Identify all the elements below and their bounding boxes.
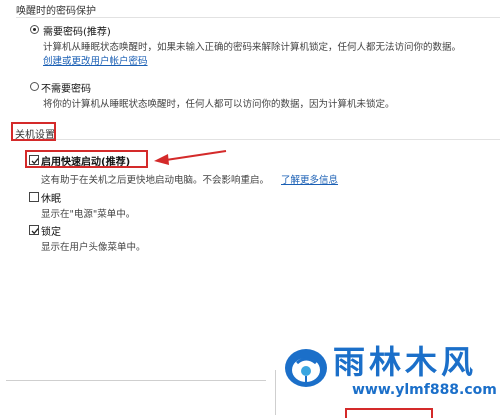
sleep-label[interactable]: 休眠 — [41, 190, 61, 205]
no-password-radio[interactable] — [30, 82, 39, 91]
arrow-icon — [154, 150, 227, 165]
ylmf-logo-icon — [285, 349, 327, 387]
no-password-label[interactable]: 不需要密码 — [41, 80, 91, 95]
watermark-title: 雨林木风 — [333, 343, 478, 381]
lock-label[interactable]: 锁定 — [41, 223, 61, 238]
lock-checkbox[interactable] — [29, 225, 39, 235]
section-divider — [56, 139, 500, 140]
sleep-description: 显示在"电源"菜单中。 — [41, 209, 136, 220]
require-password-description: 计算机从睡眠状态唤醒时，如果未输入正确的密码来解除计算机锁定，任何人都无法访问你… — [43, 42, 462, 53]
require-password-label[interactable]: 需要密码(推荐) — [43, 23, 111, 38]
footer-divider-right — [275, 370, 276, 415]
wake-password-section-title: 唤醒时的密码保护 — [16, 6, 96, 17]
sleep-checkbox[interactable] — [29, 192, 39, 202]
fast-startup-description: 这有助于在关机之后更快地启动电脑。不会影响重启。 — [41, 175, 270, 186]
watermark-url: www.ylmf888.com — [352, 382, 497, 398]
require-password-radio[interactable] — [30, 25, 39, 34]
lock-description: 显示在用户头像菜单中。 — [41, 242, 146, 253]
shutdown-title-highlight — [11, 122, 56, 141]
fast-startup-highlight — [25, 150, 148, 168]
save-button-highlight — [345, 408, 433, 418]
learn-more-link[interactable]: 了解更多信息 — [281, 172, 338, 186]
check-icon — [31, 228, 39, 235]
footer-divider — [6, 380, 266, 381]
create-password-link[interactable]: 创建或更改用户帐户密码 — [43, 53, 148, 67]
no-password-description: 将你的计算机从睡眠状态唤醒时，任何人都可以访问你的数据，因为计算机未锁定。 — [43, 99, 395, 110]
section-divider — [16, 17, 500, 18]
